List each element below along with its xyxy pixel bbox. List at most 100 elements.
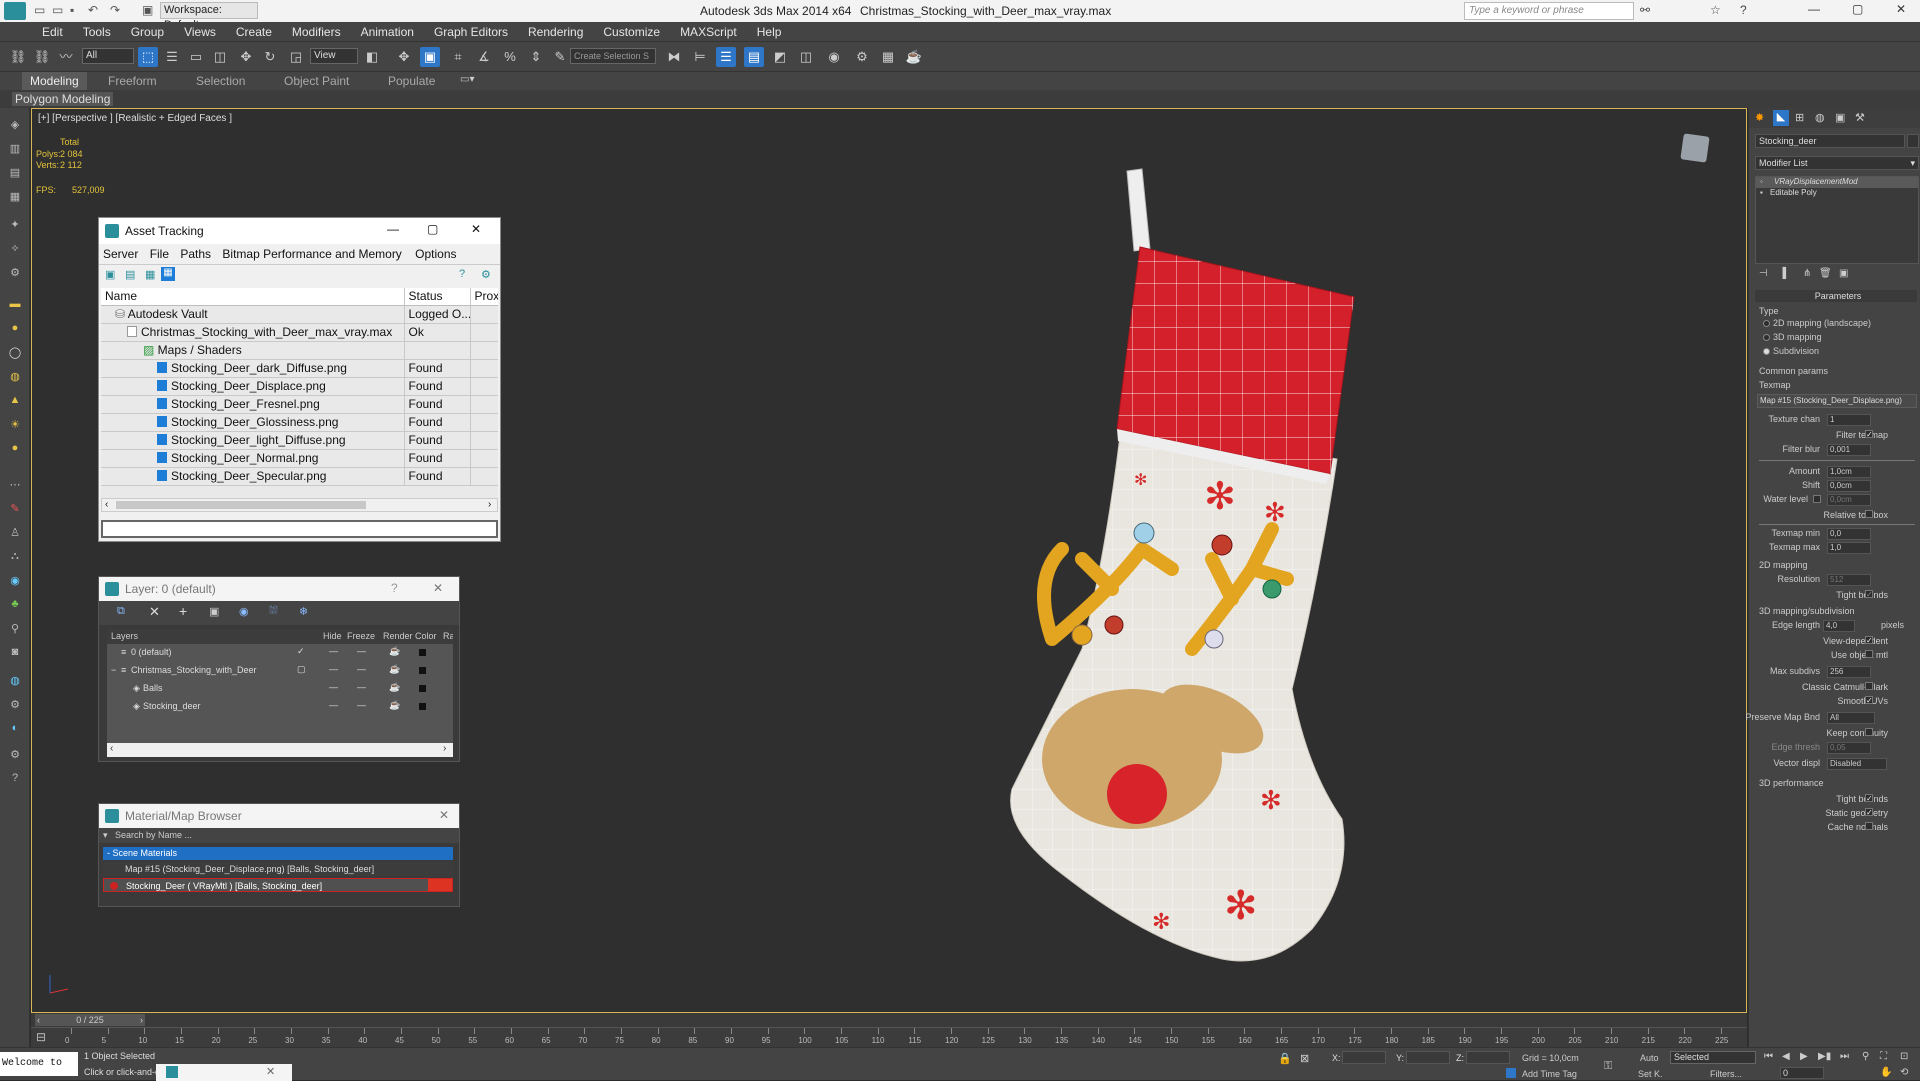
hide-toggle[interactable]: — <box>329 664 338 674</box>
menu-bitmap-performance[interactable]: Bitmap Performance and Memory <box>222 247 401 261</box>
x-coord-field[interactable] <box>1342 1051 1386 1064</box>
key-icon[interactable]: ⚿ <box>1604 1060 1612 1073</box>
table-row[interactable]: Christmas_Stocking_with_Deer_max_vray.ma… <box>101 323 498 342</box>
time-slider-thumb[interactable]: ‹ 0 / 225 › <box>35 1014 145 1026</box>
next-key-icon[interactable]: ▶▮ <box>1818 1051 1831 1062</box>
texmap-min-spinner[interactable]: 0,0 <box>1827 528 1871 540</box>
add-time-tag-icon[interactable] <box>1506 1068 1516 1078</box>
amount-spinner[interactable]: 1,0cm <box>1827 466 1871 478</box>
set-current-icon[interactable]: ▢ <box>297 664 306 675</box>
layer-row[interactable]: ≡ 0 (default) ✓ — — ☕ <box>107 644 453 662</box>
viewcube[interactable] <box>1680 133 1710 163</box>
menu-paths[interactable]: Paths <box>180 247 211 261</box>
window-crossing-icon[interactable]: ◫ <box>210 47 230 67</box>
script-icon[interactable]: ⚙ <box>7 698 23 712</box>
scroll-left-icon[interactable]: ‹ <box>110 743 113 754</box>
new-layer-icon[interactable]: ⧉ <box>117 605 125 618</box>
polygon-modeling-label[interactable]: Polygon Modeling <box>12 92 114 106</box>
menu-rendering[interactable]: Rendering <box>518 22 593 42</box>
vector-disp-dropdown[interactable]: Disabled <box>1827 758 1887 770</box>
add-time-tag[interactable]: Add Time Tag <box>1522 1069 1577 1079</box>
redo-icon[interactable]: ↷ <box>110 3 120 17</box>
scene-materials-group[interactable]: - Scene Materials <box>103 847 453 860</box>
teapot-icon[interactable]: ● <box>7 442 23 456</box>
minimize-button[interactable]: — <box>1808 2 1820 16</box>
star-icon[interactable]: ☆ <box>1710 3 1721 17</box>
scale-icon[interactable]: ◲ <box>286 47 306 67</box>
render-teapot-icon[interactable]: ☕ <box>389 682 400 693</box>
snaps-toggle-icon[interactable]: ⌗ <box>448 47 468 67</box>
layer-row[interactable]: ◈ Stocking_deer — — ☕ <box>107 698 453 716</box>
scroll-left-icon[interactable]: ‹ <box>105 499 108 510</box>
list-view-icon[interactable]: ▤ <box>125 268 135 281</box>
mini-curve-icon[interactable]: ⊟ <box>36 1030 46 1044</box>
filters-button[interactable]: Filters... <box>1710 1069 1742 1079</box>
light-icon[interactable]: ☀ <box>7 418 23 432</box>
object-color-swatch[interactable] <box>419 685 426 692</box>
water-level-spinner[interactable]: 0,0cm <box>1827 494 1871 506</box>
menu-customize[interactable]: Customize <box>593 22 670 42</box>
help-circle-icon[interactable]: ? <box>7 772 23 786</box>
table-row[interactable]: Stocking_Deer_Specular.png Found <box>101 467 498 486</box>
refresh-icon[interactable]: ▣ <box>105 268 115 281</box>
render-teapot-icon[interactable]: ☕ <box>389 664 400 675</box>
schematic-view-icon[interactable]: ◫ <box>796 47 816 67</box>
z-coord-field[interactable] <box>1466 1051 1510 1064</box>
column-hide[interactable]: Hide <box>323 631 342 641</box>
layer-row[interactable]: ◈ Balls — — ☕ <box>107 680 453 698</box>
ribbon-toggle-icon[interactable]: ▤ <box>744 47 764 67</box>
ribbon-options-icon[interactable]: ▭▾ <box>460 74 474 85</box>
table-view-icon[interactable]: ▦ <box>161 267 175 281</box>
tab-object-paint[interactable]: Object Paint <box>284 74 349 88</box>
selection-filter-dropdown[interactable]: All <box>82 48 134 64</box>
utilities-tab-icon[interactable]: ⚒ <box>1855 111 1865 124</box>
viewport-label[interactable]: [+] [Perspective ] [Realistic + Edged Fa… <box>38 113 232 124</box>
menu-graph-editors[interactable]: Graph Editors <box>424 22 518 42</box>
close-button[interactable]: ✕ <box>433 581 443 595</box>
cylinder-icon[interactable]: ◯ <box>7 346 23 360</box>
rect-selection-icon[interactable]: ▭ <box>186 47 206 67</box>
modifier-list-dropdown[interactable]: Modifier List ▾ <box>1755 156 1919 170</box>
menu-animation[interactable]: Animation <box>351 22 424 42</box>
tab-freeform[interactable]: Freeform <box>108 74 157 88</box>
tab-selection[interactable]: Selection <box>196 74 245 88</box>
parameters-rollout-header[interactable]: Parameters <box>1755 290 1917 302</box>
create-tab-icon[interactable]: ✸ <box>1755 111 1764 124</box>
freeze-toggle[interactable]: — <box>357 700 366 710</box>
show-end-result-icon[interactable]: ▐ <box>1779 268 1786 279</box>
menu-help[interactable]: Help <box>747 22 792 42</box>
column-layers[interactable]: Layers <box>111 631 138 641</box>
edge-length-spinner[interactable]: 4,0 <box>1823 620 1855 632</box>
freeze-toggle[interactable]: — <box>357 682 366 692</box>
current-layer-check-icon[interactable]: ✓ <box>297 646 305 657</box>
vray-icon[interactable]: ◐ <box>7 722 23 736</box>
horizontal-scrollbar[interactable]: ‹ › <box>101 498 498 512</box>
menu-modifiers[interactable]: Modifiers <box>282 22 351 42</box>
table-row[interactable]: Stocking_Deer_dark_Diffuse.png Found <box>101 359 498 378</box>
hide-toggle[interactable]: — <box>329 682 338 692</box>
type-2d-radio[interactable] <box>1763 320 1770 327</box>
project-folder-icon[interactable]: ▣ <box>142 3 153 17</box>
column-freeze[interactable]: Freeze <box>347 631 375 641</box>
camera-icon[interactable]: ◙ <box>7 646 23 660</box>
close-button[interactable]: ✕ <box>266 1065 275 1078</box>
zoom-all-icon[interactable]: ⛶ <box>1880 1051 1887 1062</box>
named-selection-dropdown[interactable]: Create Selection S <box>570 48 656 64</box>
prev-key-icon[interactable]: ◀ <box>1782 1051 1790 1062</box>
texture-chan-spinner[interactable]: 1 <box>1827 414 1871 426</box>
relative-bbox-checkbox[interactable] <box>1865 510 1873 518</box>
delete-layer-icon[interactable]: ✕ <box>149 604 160 620</box>
box-icon[interactable]: ▬ <box>7 298 23 312</box>
sphere-icon[interactable]: ● <box>7 322 23 336</box>
close-button[interactable]: ✕ <box>1896 2 1906 16</box>
menu-edit[interactable]: Edit <box>32 22 73 42</box>
maximize-button[interactable]: ▢ <box>427 222 438 236</box>
table-row[interactable]: Stocking_Deer_Normal.png Found <box>101 449 498 468</box>
workspace-dropdown[interactable]: Workspace: Default <box>160 2 258 31</box>
cone-icon[interactable]: ▲ <box>7 394 23 408</box>
link-icon[interactable]: ⛓ <box>8 47 28 67</box>
freeze-toggle[interactable]: — <box>357 664 366 674</box>
settings-icon[interactable]: ⚙ <box>7 748 23 762</box>
lock-icon[interactable]: 🔒 <box>1278 1052 1292 1065</box>
material-browser-titlebar[interactable]: Material/Map Browser ✕ <box>99 804 459 828</box>
